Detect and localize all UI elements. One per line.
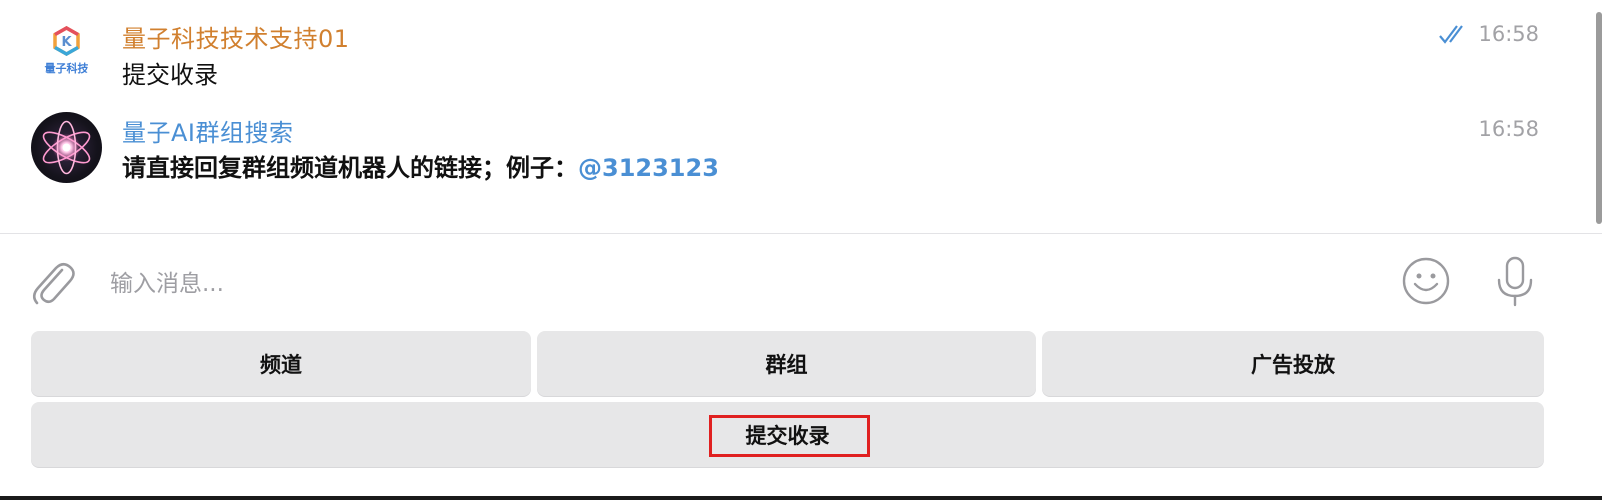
sender-name[interactable]: 量子科技技术支持01 — [122, 19, 350, 54]
message-list: K 量子科技 量子科技技术支持01 提交收录 16:58 量子AI群组搜索 请直… — [0, 0, 1602, 234]
atom-icon — [42, 120, 91, 175]
message-text: 请直接回复群组频道机器人的链接；例子：@3123123 — [122, 148, 719, 183]
window-border — [0, 496, 1602, 500]
microphone-icon[interactable] — [1492, 254, 1538, 312]
mention-link[interactable]: @3123123 — [578, 154, 719, 182]
message-item: 量子AI群组搜索 请直接回复群组频道机器人的链接；例子：@3123123 16:… — [0, 110, 1560, 220]
message-time: 16:58 — [1478, 22, 1539, 46]
composer — [0, 234, 1602, 330]
message-body: 请直接回复群组频道机器人的链接；例子： — [122, 154, 578, 182]
emoji-icon[interactable] — [1401, 256, 1451, 310]
svg-text:K: K — [61, 35, 72, 50]
double-check-icon — [1438, 24, 1470, 48]
keyboard-button-ad-placement[interactable]: 广告投放 — [1042, 331, 1544, 396]
scrollbar[interactable] — [1596, 12, 1602, 224]
keyboard-button-group[interactable]: 群组 — [537, 331, 1036, 396]
avatar[interactable] — [31, 112, 102, 183]
keyboard-button-channel[interactable]: 频道 — [31, 331, 531, 396]
brand-logo-icon: K 量子科技 — [45, 25, 90, 75]
paperclip-icon[interactable] — [28, 256, 76, 312]
avatar[interactable]: K 量子科技 — [31, 8, 102, 79]
svg-text:量子科技: 量子科技 — [45, 61, 90, 75]
message-input[interactable] — [110, 264, 1310, 304]
message-item: K 量子科技 量子科技技术支持01 提交收录 16:58 — [0, 0, 1560, 110]
message-text: 提交收录 — [122, 61, 218, 89]
message-time: 16:58 — [1478, 117, 1539, 141]
keyboard-button-submit-listing[interactable]: 提交收录 — [31, 402, 1544, 467]
sender-name[interactable]: 量子AI群组搜索 — [122, 113, 294, 148]
